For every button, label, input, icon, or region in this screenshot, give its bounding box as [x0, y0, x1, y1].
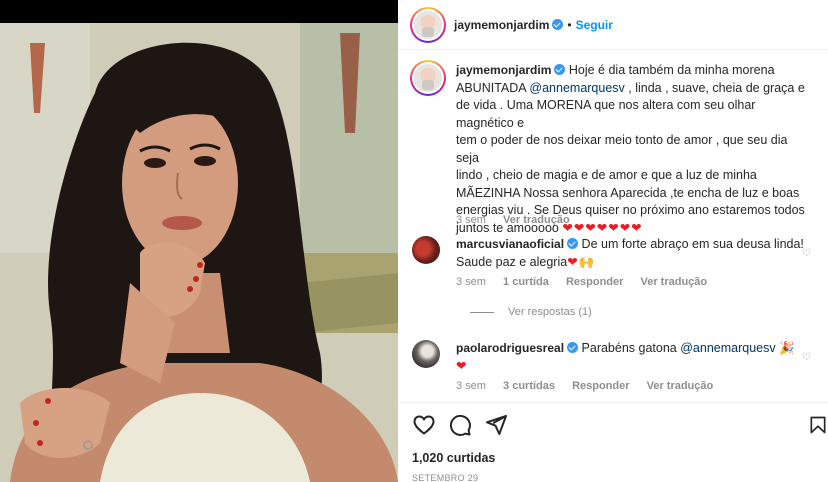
author-avatar[interactable] [410, 7, 446, 43]
post-date[interactable]: SETEMBRO 29 [412, 473, 478, 482]
translate-link[interactable]: Ver tradução [503, 214, 570, 226]
translate-link[interactable]: Ver tradução [647, 380, 714, 392]
reply-button[interactable]: Responder [566, 276, 623, 288]
caption-entry: jaymemonjardim Hoje é dia também da minh… [410, 60, 812, 235]
comments-scroll-area[interactable]: jaymemonjardim Hoje é dia também da minh… [398, 50, 828, 402]
comment-text: paolarodriguesreal Parabéns gatona @anne… [456, 340, 806, 375]
comment-line: Saude paz e alegria [456, 254, 568, 269]
post-header: jaymemonjardim • Seguir [398, 0, 828, 50]
heart-outline-icon[interactable] [412, 413, 436, 437]
caption-line: Hoje é dia também da minha morena [568, 63, 775, 77]
caption-line: tem o poder de nos deixar meio tonto de … [456, 133, 788, 165]
mention-link[interactable]: @annemarquesv [529, 81, 624, 95]
post-photo[interactable] [0, 0, 398, 482]
separator-dot: • [567, 18, 572, 32]
comment-item: paolarodriguesreal Parabéns gatona @anne… [412, 340, 812, 400]
comment-meta: 3 sem 3 curtidas Responder Ver tradução [456, 380, 727, 392]
photo-image [0, 23, 398, 482]
comment-meta: 3 sem 1 curtida Responder Ver tradução [456, 276, 721, 288]
caption-line: lindo , cheio de magia e de amor e que a… [456, 168, 757, 182]
caption-meta: 3 sem Ver tradução [456, 214, 584, 226]
emoji: ❤ [456, 358, 468, 373]
verified-badge-icon [567, 238, 579, 249]
follow-button[interactable]: Seguir [576, 18, 613, 32]
like-comment-icon[interactable]: ♡ [802, 248, 812, 259]
caption-line: de vida . Uma MORENA que nos altera com … [456, 98, 756, 130]
mention-link[interactable]: @annemarquesv [680, 341, 775, 355]
view-replies-button[interactable]: Ver respostas (1) [470, 306, 592, 318]
comment-item: marcusvianaoficial De um forte abraço em… [412, 236, 812, 326]
caption-line: MÃEZINHA Nossa senhora Aparecida ,te enc… [456, 185, 800, 200]
instagram-post-modal: jaymemonjardim • Seguir jaymemonjardim Hoj… [0, 0, 828, 482]
portrait-illustration [0, 23, 398, 482]
caption-timestamp: 3 sem [456, 214, 486, 226]
commenter-avatar[interactable] [412, 340, 440, 368]
like-count[interactable]: 1,020 curtidas [412, 451, 495, 465]
caption-line: , linda , suave, cheia de graça e [624, 80, 805, 95]
emoji: ❤🙌 [567, 254, 596, 269]
comment-line: De um forte abraço em sua deusa linda! [581, 237, 804, 251]
like-comment-icon[interactable]: ♡ [802, 352, 812, 363]
comment-likes[interactable]: 1 curtida [503, 276, 549, 288]
commenter-username[interactable]: marcusvianaoficial [456, 237, 564, 251]
comment-timestamp: 3 sem [456, 276, 486, 288]
comment-likes[interactable]: 3 curtidas [503, 380, 555, 392]
comment-bubble-icon[interactable] [448, 413, 472, 437]
emoji: 🎉 [779, 341, 795, 355]
verified-badge-icon [552, 19, 564, 30]
commenter-username[interactable]: paolarodriguesreal [456, 341, 564, 355]
bookmark-icon[interactable] [808, 413, 828, 437]
comment-line: Parabéns gatona [581, 341, 681, 355]
verified-badge-icon [567, 342, 579, 353]
caption-avatar[interactable] [410, 60, 446, 96]
header-username-row: jaymemonjardim • Seguir [454, 18, 613, 32]
commenter-avatar[interactable] [412, 236, 440, 264]
reply-button[interactable]: Responder [572, 380, 629, 392]
comment-text: marcusvianaoficial De um forte abraço em… [456, 236, 806, 271]
caption-username[interactable]: jaymemonjardim [456, 63, 551, 77]
caption-line: ABUNITADA [456, 80, 530, 95]
view-replies-label: Ver respostas (1) [508, 306, 592, 318]
post-actions: 1,020 curtidas SETEMBRO 29 [398, 402, 828, 482]
post-details-pane: jaymemonjardim • Seguir jaymemonjardim Hoj… [398, 0, 828, 482]
verified-badge-icon [554, 64, 566, 75]
paper-plane-icon[interactable] [484, 413, 508, 437]
author-username[interactable]: jaymemonjardim [454, 18, 549, 32]
comment-timestamp: 3 sem [456, 380, 486, 392]
caption-text: jaymemonjardim Hoje é dia também da minh… [456, 62, 806, 237]
replies-line [470, 311, 494, 313]
translate-link[interactable]: Ver tradução [640, 276, 707, 288]
